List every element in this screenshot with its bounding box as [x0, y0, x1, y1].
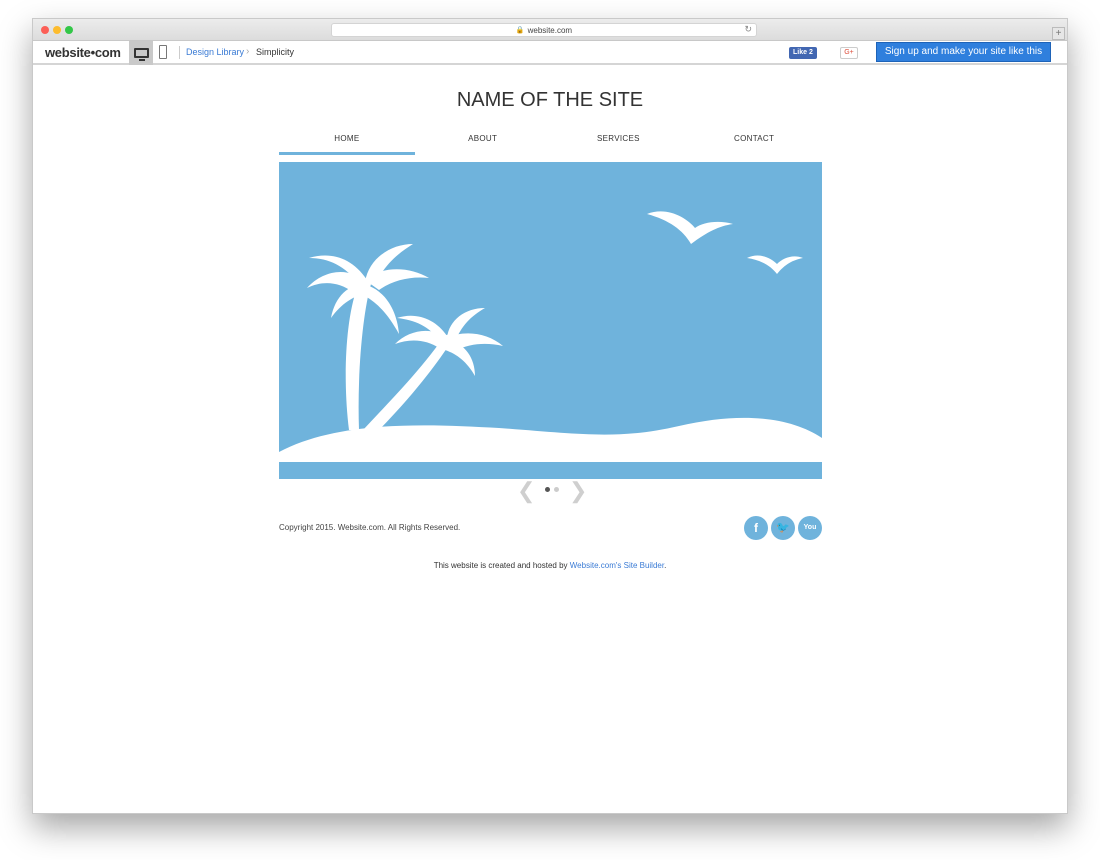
- hero-slideshow[interactable]: [279, 162, 822, 479]
- bird-icon: [647, 211, 733, 244]
- copyright-text: Copyright 2015. Website.com. All Rights …: [279, 523, 461, 532]
- nav-about[interactable]: ABOUT: [415, 127, 551, 155]
- bird-icon: [747, 255, 803, 274]
- palm-leaves-icon: [395, 308, 503, 376]
- slide-prev-arrow-icon[interactable]: ❮: [517, 480, 535, 502]
- palm-tree-icon: [363, 334, 453, 434]
- youtube-icon[interactable]: You Tube: [798, 516, 822, 555]
- site-builder-link[interactable]: Website.com's Site Builder: [570, 561, 664, 570]
- lock-icon: 🔒: [515, 27, 525, 34]
- hosted-by-footer: This website is created and hosted by We…: [33, 561, 1067, 570]
- breadcrumb-current: Simplicity: [256, 47, 295, 57]
- slide-indicator-dot[interactable]: [545, 487, 550, 492]
- slide-next-arrow-icon[interactable]: ❯: [569, 480, 587, 502]
- google-plus-button[interactable]: G+: [840, 47, 858, 59]
- footer-suffix: .: [664, 561, 667, 570]
- browser-titlebar: 🔒 website.com ↻ +: [33, 19, 1067, 41]
- new-tab-button[interactable]: +: [1052, 27, 1065, 40]
- beach-palm-illustration: [279, 211, 822, 479]
- twitter-icon[interactable]: 🐦: [771, 516, 795, 540]
- breadcrumb-design-library[interactable]: Design Library: [186, 47, 244, 57]
- mobile-view-icon[interactable]: [159, 45, 167, 59]
- browser-window: 🔒 website.com ↻ + website•com Design Lib…: [32, 18, 1068, 814]
- address-bar[interactable]: 🔒 website.com ↻: [331, 23, 757, 37]
- desktop-view-button[interactable]: [129, 41, 153, 65]
- facebook-icon[interactable]: f: [744, 516, 768, 540]
- hero-bottom-stripe: [279, 462, 822, 479]
- close-window-button[interactable]: [41, 26, 49, 34]
- signup-button[interactable]: Sign up and make your site like this: [876, 42, 1051, 62]
- slide-indicator-dot[interactable]: [554, 487, 559, 492]
- site-title: NAME OF THE SITE: [456, 89, 644, 111]
- minimize-window-button[interactable]: [53, 26, 61, 34]
- url-text: website.com: [527, 25, 573, 35]
- site-nav: HOME ABOUT SERVICES CONTACT: [279, 127, 822, 155]
- nav-contact[interactable]: CONTACT: [686, 127, 822, 155]
- facebook-like-button[interactable]: Like 2: [789, 47, 817, 59]
- palm-tree-icon: [345, 278, 371, 430]
- nav-services[interactable]: SERVICES: [551, 127, 687, 155]
- desktop-icon: [133, 48, 149, 61]
- divider: [179, 46, 180, 59]
- footer-prefix: This website is created and hosted by: [433, 561, 570, 570]
- reload-icon[interactable]: ↻: [744, 24, 752, 35]
- maximize-window-button[interactable]: [65, 26, 73, 34]
- chevron-right-icon: ›: [246, 46, 250, 57]
- editor-topbar: website•com Design Library › Simplicity …: [33, 41, 1067, 65]
- website-logo[interactable]: website•com: [45, 45, 121, 60]
- nav-home[interactable]: HOME: [279, 127, 415, 155]
